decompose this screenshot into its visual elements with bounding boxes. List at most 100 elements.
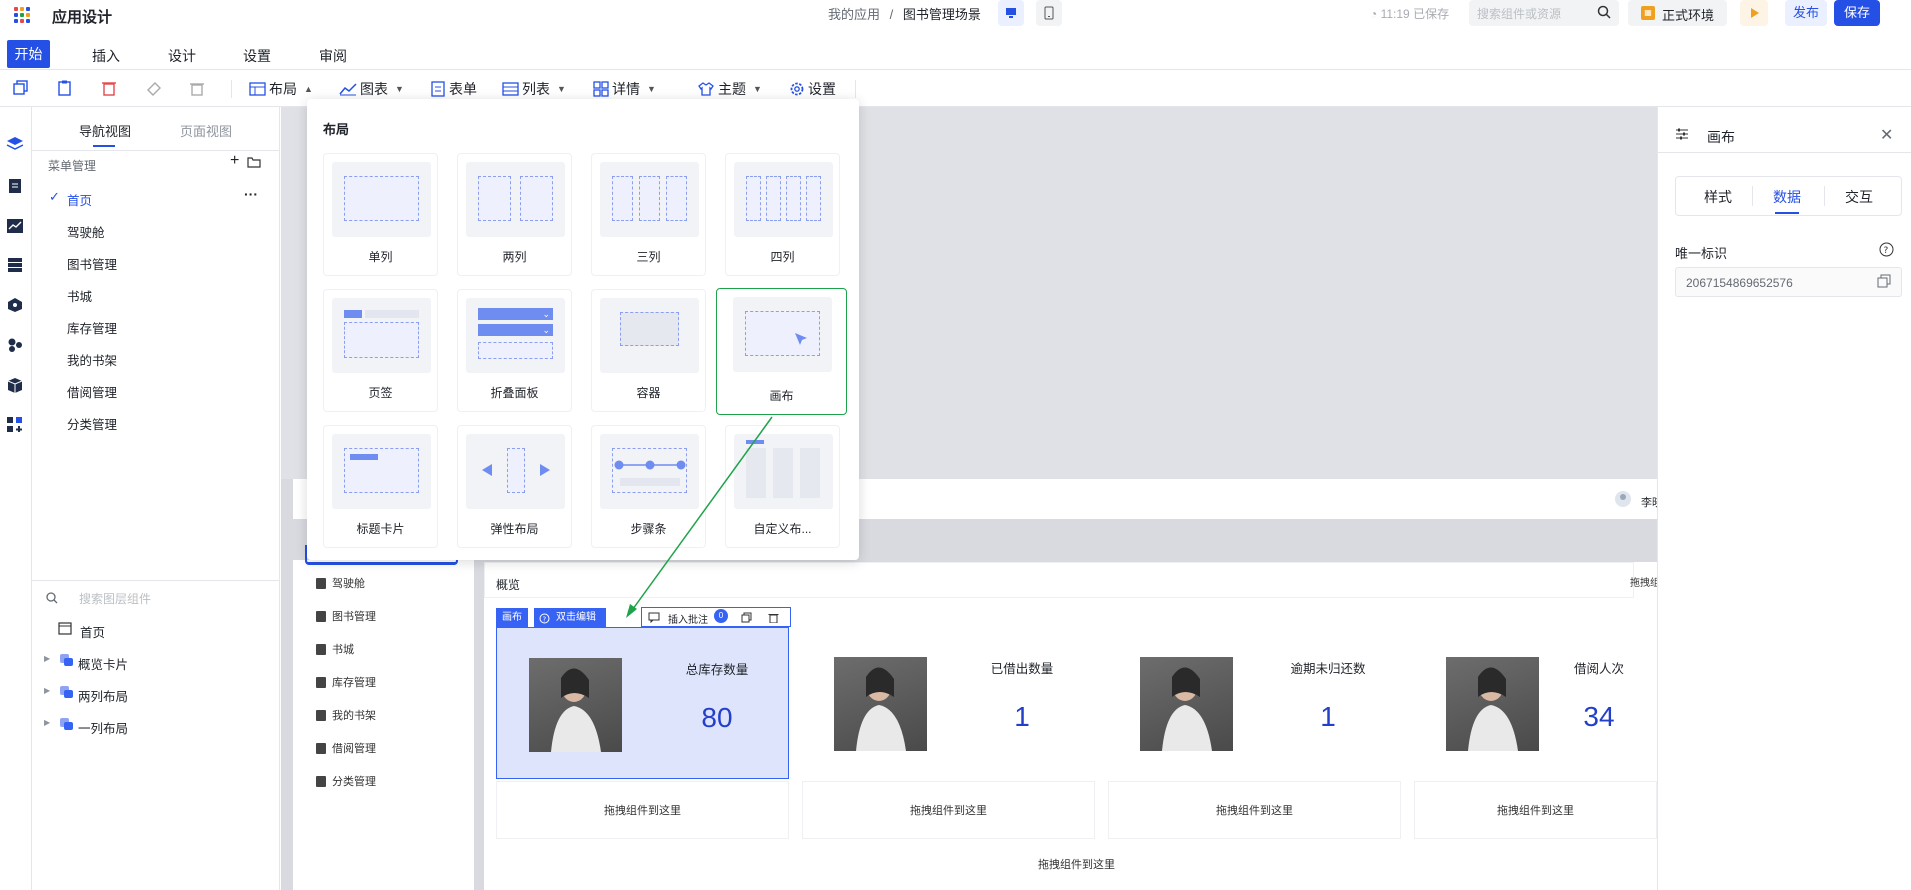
toolbar-detail[interactable]: 详情 ▼ — [593, 78, 656, 100]
package-icon[interactable] — [6, 297, 24, 313]
toolbar-layout[interactable]: 布局 ▲ — [249, 78, 313, 100]
folder-icon[interactable] — [247, 156, 261, 168]
layer-search-input[interactable]: 搜索图层组件 — [79, 590, 151, 607]
components-icon[interactable] — [6, 337, 24, 353]
drop-zone[interactable]: 拖拽组件到这里 — [1414, 781, 1657, 839]
preview-nav-label: 借阅管理 — [332, 743, 376, 755]
layout-option-collapse[interactable]: ⌄ ⌄ 折叠面板 — [457, 289, 572, 412]
caret-down-icon: ▼ — [753, 84, 762, 94]
desktop-view-button[interactable] — [998, 0, 1024, 26]
list-icon — [502, 82, 519, 96]
layout-option-two-column[interactable]: 两列 — [457, 153, 572, 276]
preview-button[interactable] — [1740, 0, 1768, 26]
layout-option-title-card[interactable]: 标题卡片 — [323, 425, 438, 548]
layout-option-four-column[interactable]: 四列 — [725, 153, 840, 276]
tab-insert[interactable]: 插入 — [92, 43, 120, 69]
tab-design[interactable]: 设计 — [168, 43, 196, 69]
preview-nav-item[interactable]: 库存管理 — [316, 674, 376, 690]
copy-icon[interactable] — [13, 80, 29, 96]
avatar[interactable] — [1614, 490, 1632, 508]
stat-card[interactable]: 逾期未归还数 1 — [1108, 627, 1401, 779]
layout-option-tabs[interactable]: 页签 — [323, 289, 438, 412]
preview-nav-item[interactable]: 我的书架 — [316, 707, 376, 723]
nav-item-bookstore[interactable]: 书城 — [67, 286, 92, 305]
drop-zone-wide[interactable]: 拖拽组件到这里 — [496, 841, 1657, 890]
layout-option-single-column[interactable]: 单列 — [323, 153, 438, 276]
preview-nav-item[interactable]: 图书管理 — [316, 608, 376, 624]
help-icon[interactable]: ? — [1879, 242, 1894, 257]
drop-zone[interactable]: 拖拽组件到这里 — [496, 781, 789, 839]
drop-zone[interactable]: 拖拽组件到这里 — [802, 781, 1095, 839]
stat-card[interactable]: 借阅人次 34 — [1414, 627, 1657, 779]
layout-preview — [734, 162, 833, 237]
cube-icon[interactable] — [6, 377, 24, 393]
chart-icon — [339, 83, 357, 96]
eraser-icon[interactable] — [146, 80, 162, 96]
nav-item-home[interactable]: 首页 — [67, 190, 92, 209]
toolbar-chart[interactable]: 图表 ▼ — [339, 78, 404, 100]
properties-panel — [1657, 107, 1911, 890]
breadcrumb-root[interactable]: 我的应用 — [828, 7, 880, 22]
nav-item-cockpit[interactable]: 驾驶舱 — [67, 222, 105, 241]
layout-option-container[interactable]: 容器 — [591, 289, 706, 412]
tab-nav-view[interactable]: 导航视图 — [79, 121, 131, 140]
close-icon[interactable]: ✕ — [1880, 125, 1893, 145]
toolbar-list[interactable]: 列表 ▼ — [502, 78, 566, 100]
tab-interaction[interactable]: 交互 — [1845, 187, 1873, 207]
tab-settings[interactable]: 设置 — [243, 43, 271, 69]
layout-option-flex[interactable]: 弹性布局 — [457, 425, 572, 548]
copy-icon[interactable] — [1877, 274, 1891, 288]
tab-data[interactable]: 数据 — [1773, 187, 1801, 207]
delete-icon[interactable] — [101, 80, 117, 96]
preview-nav-item[interactable]: 驾驶舱 — [316, 575, 365, 591]
stat-card[interactable]: 总库存数量 80 — [496, 627, 789, 779]
layout-option-three-column[interactable]: 三列 — [591, 153, 706, 276]
preview-nav-item[interactable]: 分类管理 — [316, 773, 376, 789]
unique-id-field[interactable]: 2067154869652576 — [1675, 267, 1902, 297]
tab-start[interactable]: 开始 — [7, 40, 50, 68]
layout-option-canvas[interactable]: 画布 — [716, 288, 847, 415]
layout-icon — [249, 82, 266, 96]
add-icon[interactable]: + — [230, 152, 239, 170]
toolbar-form[interactable]: 表单 — [430, 78, 477, 100]
tree-item-home[interactable]: 首页 — [80, 622, 105, 641]
nav-item-inventory[interactable]: 库存管理 — [67, 318, 117, 337]
toolbar-theme[interactable]: 主题 ▼ — [697, 78, 762, 100]
preview-nav-item[interactable]: 书城 — [316, 641, 354, 657]
tab-review[interactable]: 审阅 — [319, 43, 347, 69]
clear-icon[interactable] — [189, 80, 205, 96]
paste-icon[interactable] — [57, 80, 73, 96]
preview-nav-item[interactable]: 借阅管理 — [316, 740, 376, 756]
popup-title: 布局 — [323, 122, 350, 137]
database-icon[interactable] — [6, 257, 24, 273]
apps-add-icon[interactable] — [6, 416, 24, 432]
save-button[interactable]: 保存 — [1834, 0, 1880, 26]
chart-line-icon[interactable] — [6, 218, 24, 234]
tree-item-overview-card[interactable]: 概览卡片 — [78, 654, 128, 673]
tab-style[interactable]: 样式 — [1704, 187, 1732, 207]
search-icon[interactable] — [1597, 5, 1611, 19]
nav-item-borrowing[interactable]: 借阅管理 — [67, 382, 117, 401]
drop-zone[interactable]: 拖拽组件到这里 — [1108, 781, 1401, 839]
expand-icon[interactable]: ▶ — [44, 718, 50, 727]
nav-item-category[interactable]: 分类管理 — [67, 414, 117, 433]
layers-icon[interactable] — [6, 136, 24, 152]
mobile-view-button[interactable] — [1036, 0, 1062, 26]
nav-item-bookshelf[interactable]: 我的书架 — [67, 350, 117, 369]
layout-label: 三列 — [636, 250, 661, 264]
expand-icon[interactable]: ▶ — [44, 686, 50, 695]
svg-text:?: ? — [1884, 246, 1889, 256]
card-value: 1 — [1320, 701, 1336, 732]
more-icon[interactable]: ··· — [244, 186, 258, 202]
layout-preview — [600, 298, 699, 373]
stat-card[interactable]: 已借出数量 1 — [802, 627, 1095, 779]
tree-item-one-column[interactable]: 一列布局 — [78, 718, 128, 737]
app-grid-icon[interactable] — [14, 7, 30, 23]
expand-icon[interactable]: ▶ — [44, 654, 50, 663]
publish-button[interactable]: 发布 — [1785, 0, 1827, 26]
tab-page-view[interactable]: 页面视图 — [180, 121, 232, 140]
toolbar-settings[interactable]: 设置 — [789, 78, 836, 100]
tree-item-two-column[interactable]: 两列布局 — [78, 686, 128, 705]
page-icon[interactable] — [6, 178, 24, 194]
nav-item-books[interactable]: 图书管理 — [67, 254, 117, 273]
